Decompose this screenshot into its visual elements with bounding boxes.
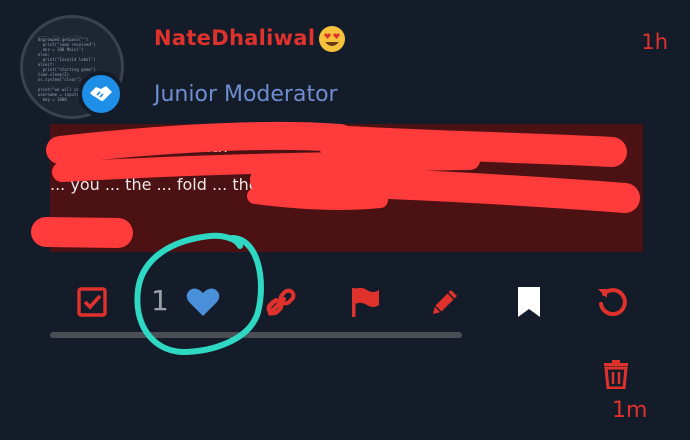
highlight-circle-annotation <box>134 232 264 356</box>
delete-button[interactable] <box>600 356 632 392</box>
trash-icon <box>604 360 628 389</box>
reply-time[interactable]: 1m <box>612 398 647 423</box>
